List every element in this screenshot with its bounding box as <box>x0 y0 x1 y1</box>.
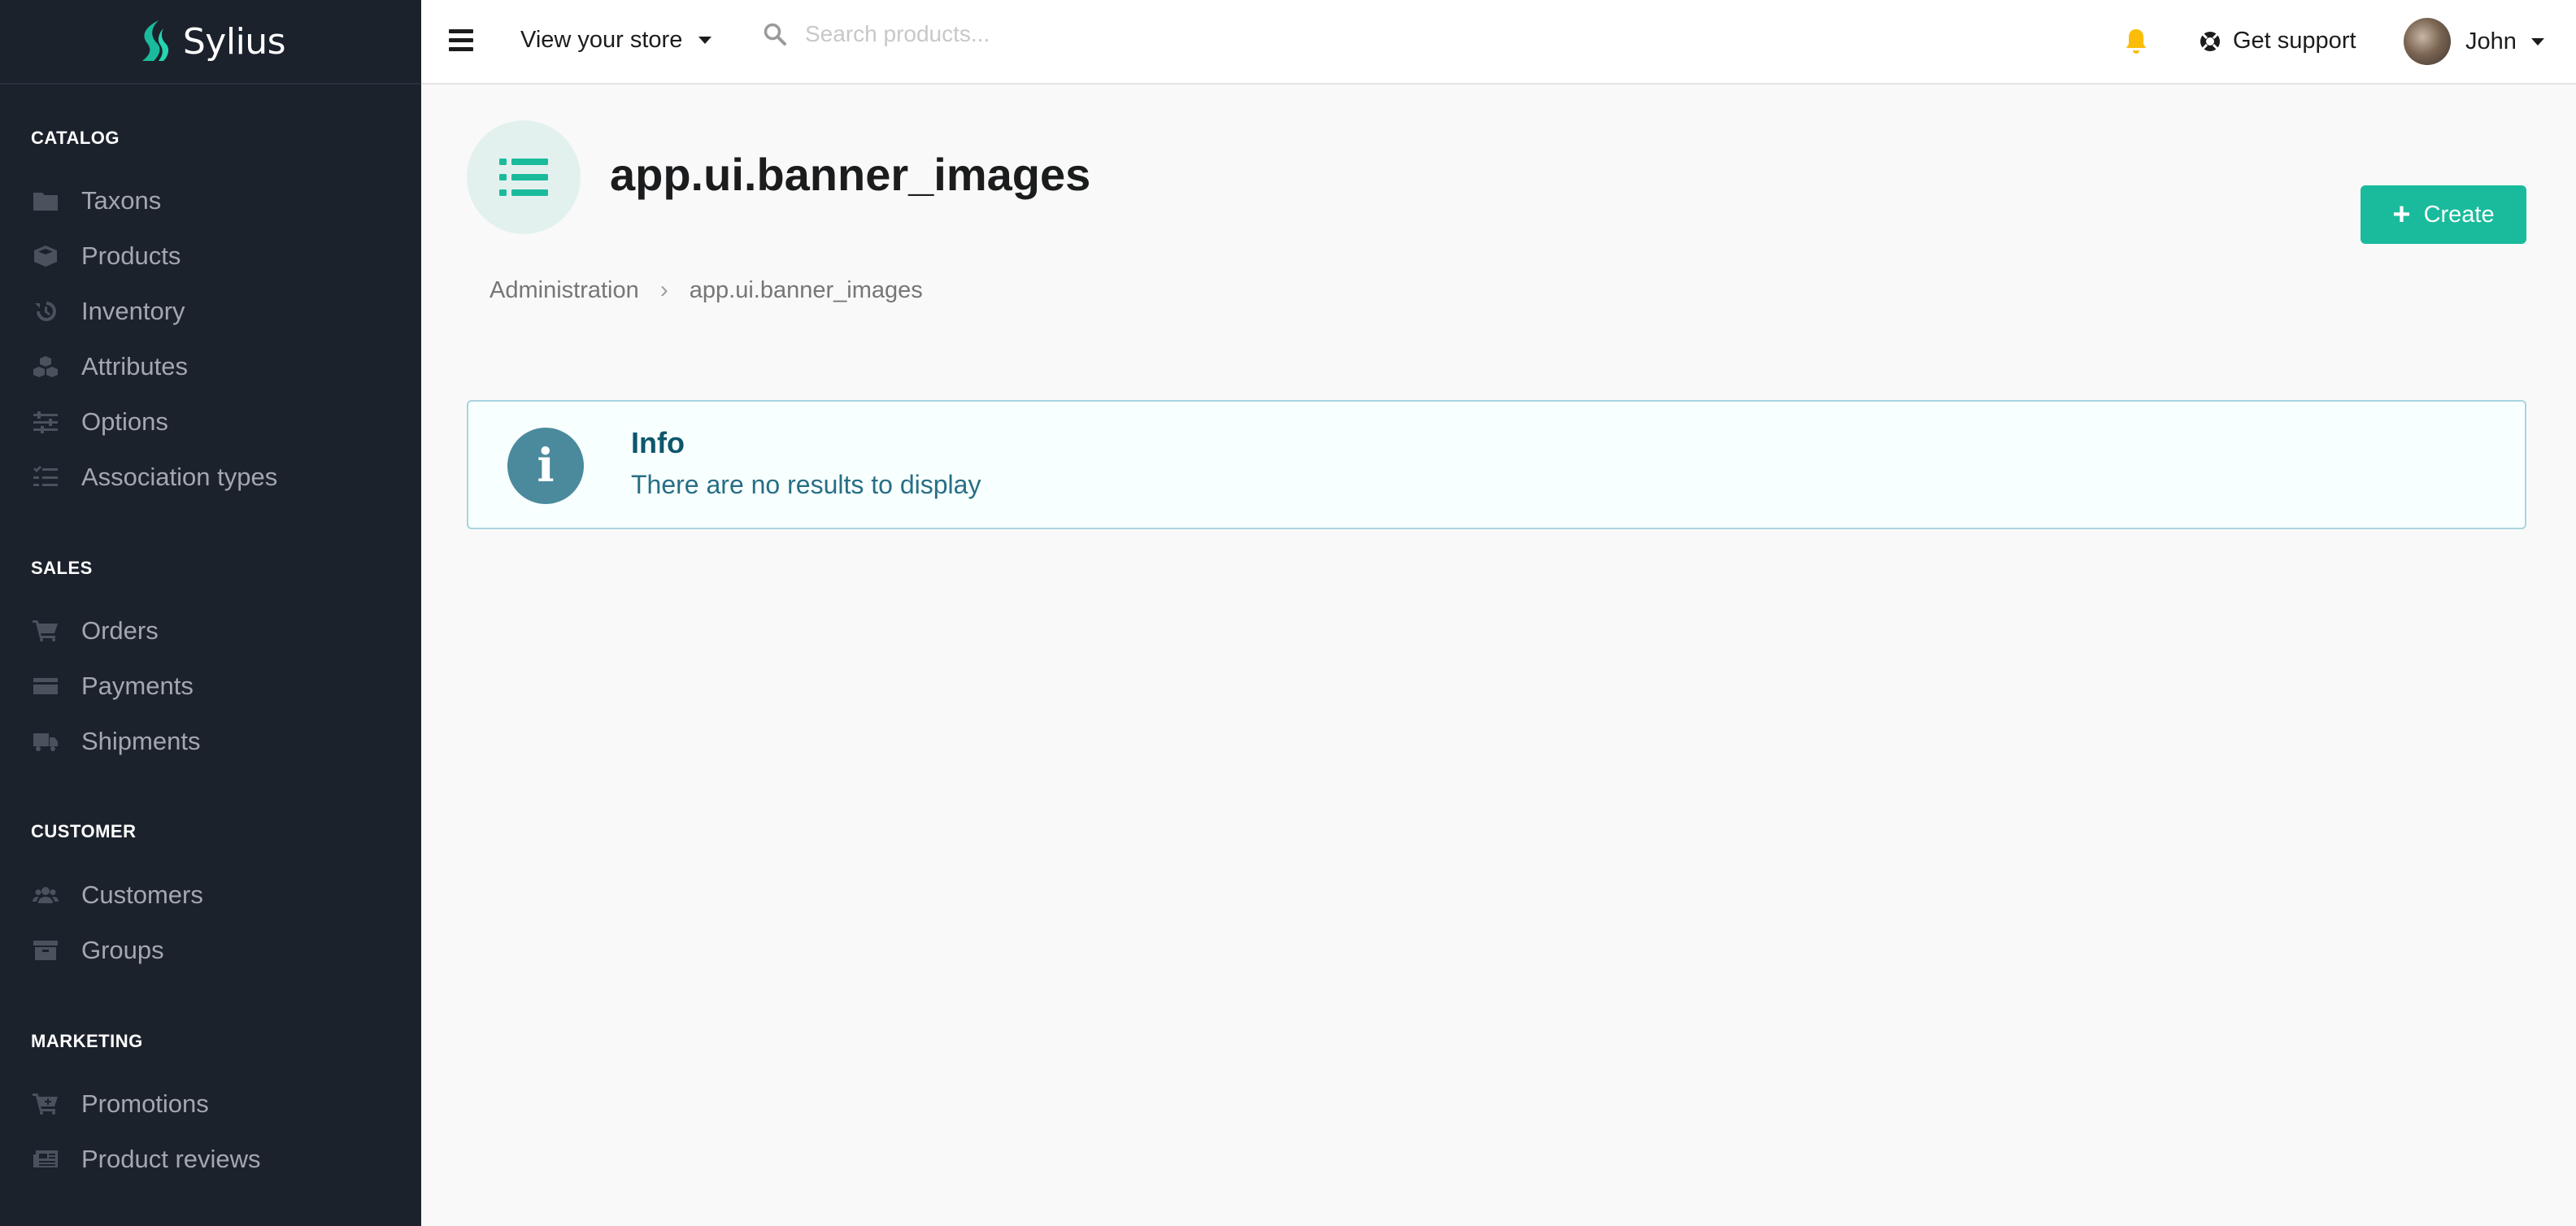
breadcrumb: Administration › app.ui.banner_images <box>490 276 923 304</box>
sidebar: Sylius CATALOG Taxons Products Inventory… <box>0 0 421 1226</box>
page-title: app.ui.banner_images <box>610 149 1091 200</box>
topbar: View your store Get support John <box>421 0 2576 85</box>
sidebar-item-options[interactable]: Options <box>31 406 168 438</box>
sidebar-item-label: Options <box>81 407 168 436</box>
section-title-sales: SALES <box>31 558 93 578</box>
search-icon <box>764 23 786 46</box>
sidebar-item-label: Shipments <box>81 727 201 755</box>
caret-down-icon <box>2530 37 2544 46</box>
sidebar-item-label: Association types <box>81 463 278 491</box>
cube-icon <box>31 244 60 268</box>
sidebar-item-taxons[interactable]: Taxons <box>31 185 161 217</box>
sidebar-item-customers[interactable]: Customers <box>31 879 203 911</box>
user-menu[interactable]: John <box>2404 18 2544 65</box>
sidebar-item-label: Product reviews <box>81 1145 261 1173</box>
sidebar-item-label: Taxons <box>81 186 162 215</box>
sidebar-item-label: Orders <box>81 616 159 645</box>
truck-icon <box>31 729 60 754</box>
sidebar-item-product-reviews[interactable]: Product reviews <box>31 1143 261 1176</box>
sidebar-item-association-types[interactable]: Association types <box>31 461 277 493</box>
archive-icon <box>31 938 60 963</box>
avatar <box>2404 18 2451 65</box>
credit-card-icon <box>31 674 60 698</box>
hamburger-menu-icon[interactable] <box>449 29 473 54</box>
sidebar-item-label: Customers <box>81 880 203 909</box>
sidebar-item-orders[interactable]: Orders <box>31 615 159 647</box>
user-name: John <box>2465 28 2517 54</box>
tasks-icon <box>31 465 60 489</box>
breadcrumb-administration[interactable]: Administration <box>490 277 639 304</box>
info-text: There are no results to display <box>631 470 981 499</box>
create-button-label: Create <box>2423 201 2495 228</box>
product-search <box>763 21 1293 47</box>
users-icon <box>31 883 60 907</box>
sylius-logo[interactable]: Sylius <box>0 0 421 85</box>
sidebar-item-label: Inventory <box>81 297 185 325</box>
history-icon <box>31 299 60 324</box>
info-message: i Info There are no results to display <box>467 400 2526 529</box>
cart-icon <box>31 619 60 643</box>
cart-plus-icon <box>31 1092 60 1116</box>
section-title-customer: CUSTOMER <box>31 821 137 841</box>
plus-icon: + <box>2392 198 2411 232</box>
info-title: Info <box>631 426 685 459</box>
get-support-label: Get support <box>2233 28 2356 54</box>
folder-icon <box>31 189 60 213</box>
sidebar-item-label: Promotions <box>81 1089 209 1118</box>
sidebar-item-groups[interactable]: Groups <box>31 934 164 967</box>
section-title-catalog: CATALOG <box>31 128 120 148</box>
sidebar-item-label: Attributes <box>81 352 188 380</box>
get-support-link[interactable]: Get support <box>2199 28 2356 54</box>
bell-icon[interactable] <box>2124 28 2148 55</box>
sidebar-item-products[interactable]: Products <box>31 240 181 272</box>
breadcrumb-current: app.ui.banner_images <box>689 276 923 303</box>
info-icon: i <box>507 428 584 504</box>
search-input[interactable] <box>805 21 1293 47</box>
sidebar-item-label: Products <box>81 241 181 270</box>
cubes-icon <box>31 354 60 379</box>
chevron-right-icon: › <box>659 276 668 303</box>
section-title-marketing: MARKETING <box>31 1031 143 1051</box>
view-store-dropdown[interactable]: View your store <box>520 27 712 54</box>
sidebar-item-shipments[interactable]: Shipments <box>31 725 200 758</box>
sidebar-item-label: Groups <box>81 936 164 964</box>
life-ring-icon <box>2200 31 2220 51</box>
view-store-label: View your store <box>520 27 683 53</box>
sidebar-item-inventory[interactable]: Inventory <box>31 295 185 328</box>
sidebar-item-label: Payments <box>81 672 194 700</box>
sidebar-item-promotions[interactable]: Promotions <box>31 1088 209 1120</box>
sliders-icon <box>31 410 60 434</box>
caret-down-icon <box>698 37 712 44</box>
newspaper-icon <box>31 1147 60 1172</box>
sidebar-item-payments[interactable]: Payments <box>31 670 194 702</box>
brand-name: Sylius <box>182 20 286 63</box>
sylius-logo-icon <box>141 20 168 61</box>
sidebar-item-attributes[interactable]: Attributes <box>31 350 188 383</box>
create-button[interactable]: + Create <box>2361 185 2526 244</box>
list-icon <box>467 120 581 234</box>
